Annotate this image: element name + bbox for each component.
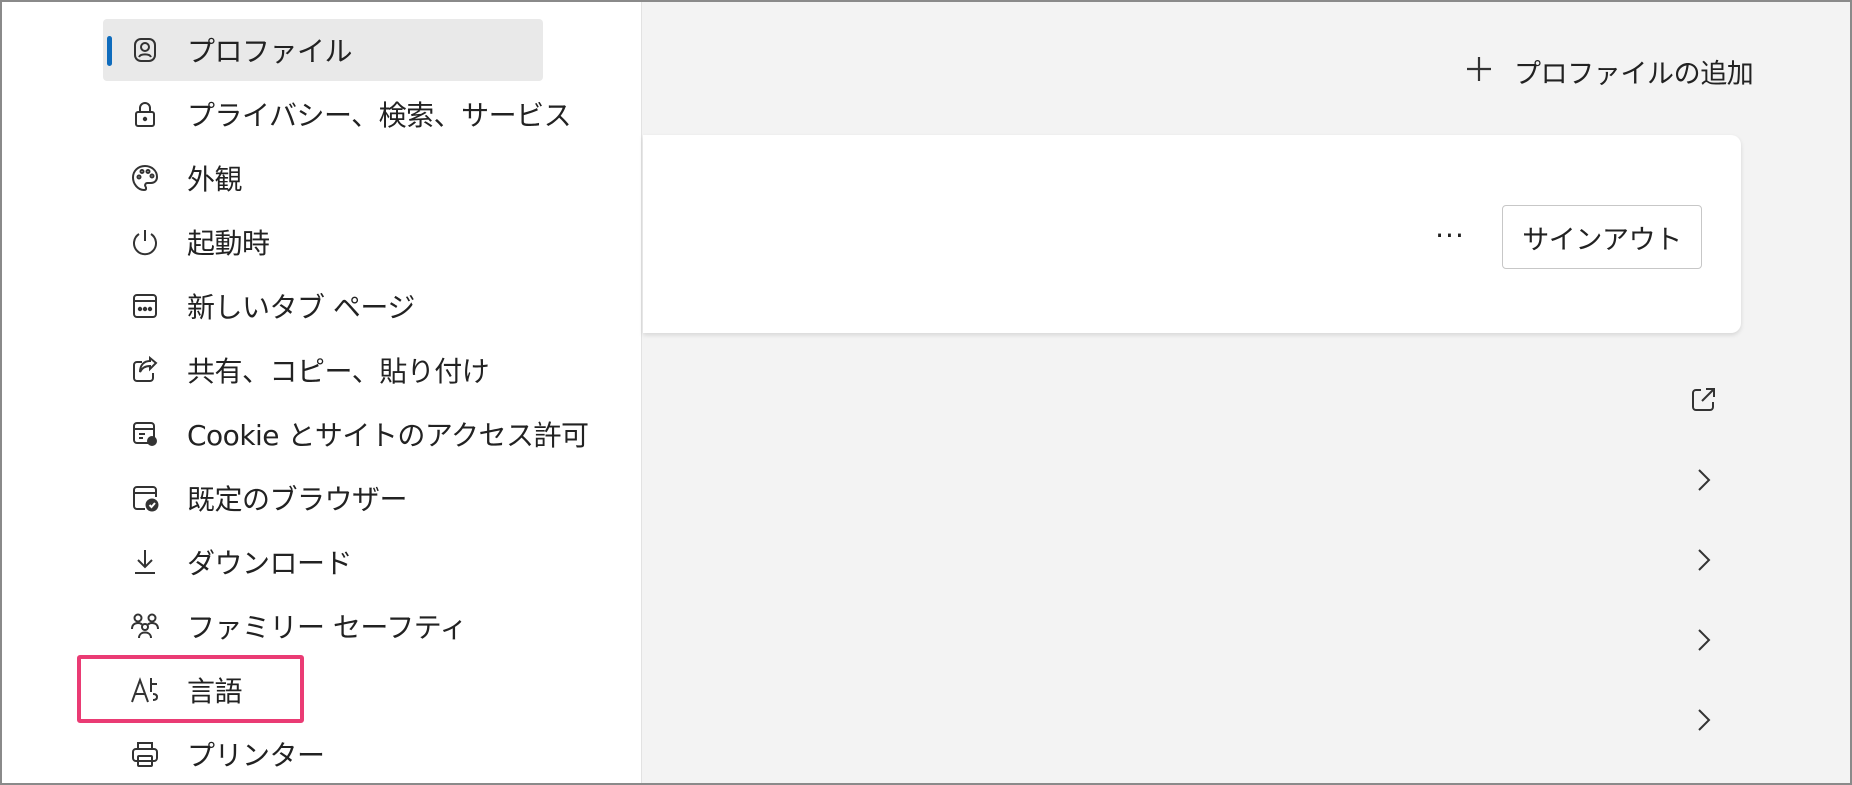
sidebar-item-family-safety[interactable]: ファミリー セーフティ [103, 595, 543, 657]
profile-icon [128, 33, 162, 67]
sidebar-item-label: プライバシー、検索、サービス [187, 99, 572, 132]
active-indicator [107, 36, 112, 66]
sidebar-item-startup[interactable]: 起動時 [103, 211, 543, 273]
sidebar-item-privacy[interactable]: プライバシー、検索、サービス [103, 83, 572, 145]
sidebar-item-default-browser[interactable]: 既定のブラウザー [103, 467, 543, 529]
open-external-icon[interactable] [1686, 383, 1720, 417]
chevron-right-icon[interactable] [1686, 543, 1720, 577]
add-profile-button[interactable]: プロファイルの追加 [1462, 48, 1754, 94]
add-profile-label: プロファイルの追加 [1514, 58, 1754, 90]
sidebar-item-printers[interactable]: プリンター [103, 723, 543, 785]
signout-button[interactable]: サインアウト [1502, 205, 1702, 269]
sidebar-item-profile[interactable]: プロファイル [103, 19, 543, 81]
sidebar-item-cookies-site-permissions[interactable]: Cookie とサイトのアクセス許可 [103, 403, 589, 465]
highlight-box [77, 655, 304, 723]
plus-icon [1462, 52, 1496, 90]
new-tab-page-icon [128, 289, 162, 323]
share-icon [128, 353, 162, 387]
sidebar-item-label: 外観 [187, 163, 243, 196]
chevron-right-icon[interactable] [1686, 703, 1720, 737]
chevron-right-icon[interactable] [1686, 463, 1720, 497]
sidebar-item-label: 既定のブラウザー [187, 483, 408, 516]
sidebar-item-label: 起動時 [187, 227, 270, 260]
sidebar-item-downloads[interactable]: ダウンロード [103, 531, 543, 593]
sidebar-item-share-copy-paste[interactable]: 共有、コピー、貼り付け [103, 339, 543, 401]
download-icon [128, 545, 162, 579]
power-icon [128, 225, 162, 259]
default-browser-icon [128, 481, 162, 515]
printer-icon [128, 737, 162, 771]
sidebar-item-label: ダウンロード [187, 547, 353, 580]
more-options-button[interactable]: ··· [1432, 219, 1468, 252]
lock-icon [128, 97, 162, 131]
sidebar-item-new-tab-page[interactable]: 新しいタブ ページ [103, 275, 543, 337]
chevron-right-icon[interactable] [1686, 623, 1720, 657]
palette-icon [128, 161, 162, 195]
settings-sidebar: プロファイル プライバシー、検索、サービス 外観 起動時 新しいタブ ページ 共… [0, 0, 642, 785]
sidebar-item-label: ファミリー セーフティ [187, 611, 468, 644]
family-safety-icon [128, 609, 162, 643]
sidebar-item-label: プロファイル [187, 35, 353, 68]
sidebar-item-label: プリンター [187, 739, 325, 772]
cookie-site-permissions-icon [128, 417, 162, 451]
sidebar-item-appearance[interactable]: 外観 [103, 147, 543, 209]
sidebar-item-label: 共有、コピー、貼り付け [187, 355, 490, 388]
sidebar-item-label: 新しいタブ ページ [187, 291, 415, 324]
sidebar-item-label: Cookie とサイトのアクセス許可 [187, 419, 589, 452]
